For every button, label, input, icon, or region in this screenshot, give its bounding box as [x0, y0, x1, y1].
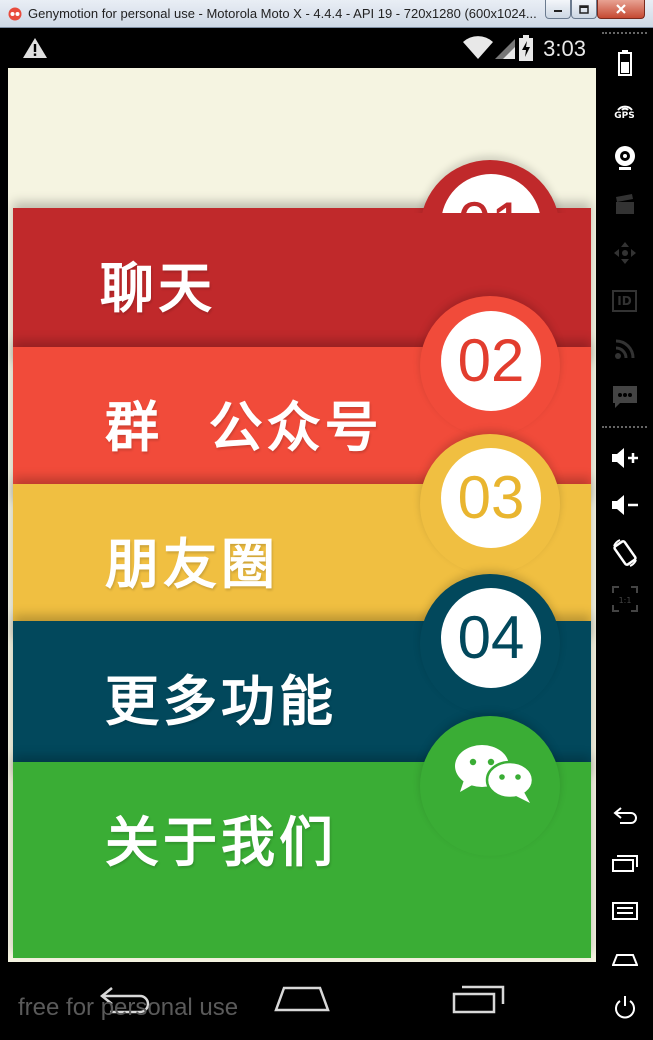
android-nav-bar: free for personal use [8, 962, 596, 1040]
volume-down-button[interactable] [596, 490, 653, 520]
watermark-text: free for personal use [18, 994, 239, 1021]
back-arrow-icon [612, 807, 637, 824]
android-status-bar: 3:03 [8, 28, 596, 68]
home-icon [611, 954, 638, 966]
maximize-icon [579, 4, 589, 14]
battery-icon [617, 50, 632, 76]
home-button[interactable] [596, 944, 653, 974]
clapper-icon [615, 194, 634, 214]
toolbar-separator [602, 426, 647, 428]
menu-item-label: 关于我们 [105, 811, 337, 874]
gps-button[interactable]: GPS [596, 96, 653, 126]
emulator-toolbar: GPS ID 1:1 [596, 28, 653, 1040]
webcam-icon [614, 146, 635, 170]
pixel-perfect-icon: 1:1 [611, 586, 638, 612]
rss-icon [614, 339, 634, 359]
power-icon [614, 996, 635, 1019]
nav-home-button[interactable] [273, 982, 333, 1018]
app-screen: 聊天 01 聊天 群 公众号 02 朋友圈 03 更多功能 04 关于我们 [8, 68, 596, 962]
badge-number: 04 [441, 588, 541, 688]
warning-icon [23, 38, 47, 58]
power-button[interactable] [596, 992, 653, 1022]
recent-apps-icon [452, 985, 505, 1014]
battery-button[interactable] [596, 48, 653, 78]
volume-up-icon [611, 448, 638, 468]
device-id-button[interactable]: ID [596, 286, 653, 316]
menu-button[interactable] [596, 896, 653, 926]
dpad-icon [613, 242, 636, 264]
close-button[interactable] [597, 0, 645, 19]
gps-icon [616, 105, 633, 111]
recent-apps-button[interactable] [596, 848, 653, 878]
maximize-button[interactable] [571, 0, 597, 19]
rotate-button[interactable] [596, 536, 653, 570]
status-time: 3:03 [543, 36, 586, 61]
message-icon [612, 386, 637, 408]
camera-button[interactable] [596, 143, 653, 173]
minimize-button[interactable] [545, 0, 571, 19]
badge-number: 03 [441, 448, 541, 548]
recent-apps-icon [611, 855, 638, 872]
scale-button[interactable]: 1:1 [596, 584, 653, 614]
home-icon [274, 986, 330, 1012]
wechat-icon [455, 745, 535, 803]
window-title: Genymotion for personal use - Motorola M… [28, 6, 537, 21]
sms-button[interactable] [596, 382, 653, 412]
menu-icon [611, 902, 638, 920]
nav-recents-button[interactable] [452, 982, 512, 1018]
wifi-icon [463, 36, 493, 59]
id-icon: ID [612, 290, 637, 312]
capture-button[interactable] [596, 190, 653, 220]
genymotion-logo-icon [8, 7, 22, 21]
battery-icon [519, 35, 533, 61]
rotate-icon [612, 539, 637, 567]
ratio-label: 1:1 [618, 596, 631, 605]
gps-label: GPS [614, 111, 635, 121]
menu-item-label: 更多功能 [105, 670, 337, 733]
close-icon [616, 4, 626, 14]
window-title-bar: Genymotion for personal use - Motorola M… [0, 0, 653, 28]
menu-item-label: 朋友圈 [105, 533, 279, 596]
toolbar-separator [602, 32, 647, 34]
badge-number: 02 [441, 311, 541, 411]
cast-button[interactable] [596, 334, 653, 364]
menu-item-label: 群 公众号 [105, 396, 383, 459]
volume-down-icon [611, 495, 638, 515]
back-button[interactable] [596, 800, 653, 830]
volume-up-button[interactable] [596, 443, 653, 473]
signal-icon [495, 39, 515, 59]
dpad-button[interactable] [596, 238, 653, 268]
minimize-icon [554, 10, 562, 12]
menu-item-label: 聊天 [100, 257, 216, 320]
